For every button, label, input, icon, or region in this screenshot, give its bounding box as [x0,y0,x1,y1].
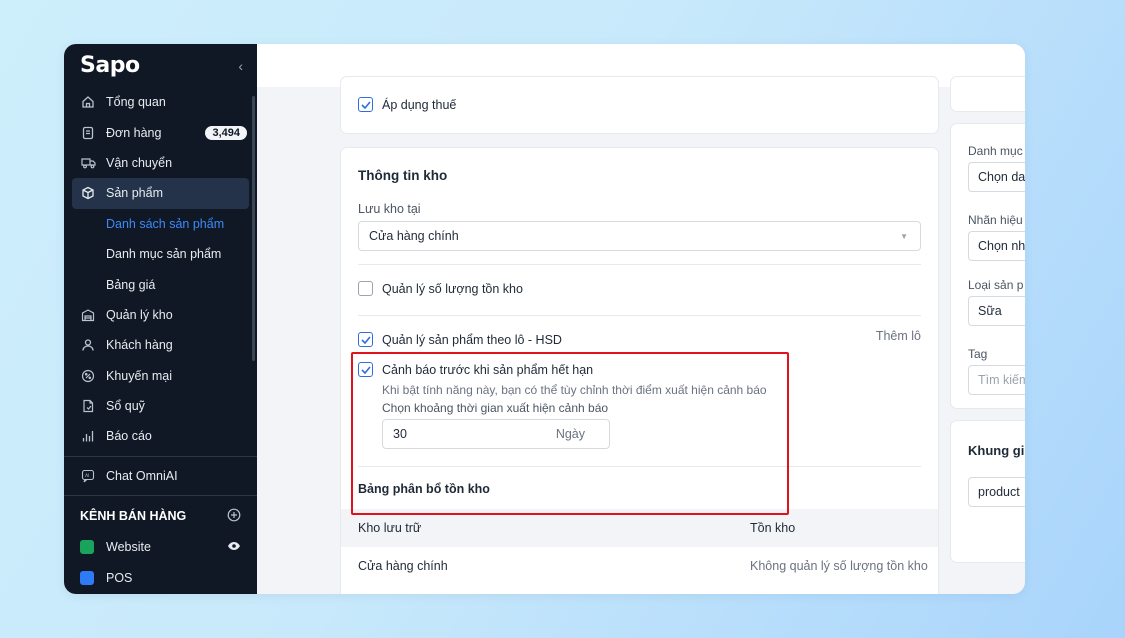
manage-qty-checkbox[interactable] [358,281,373,296]
apply-tax-label: Áp dụng thuế [382,97,457,112]
manage-lot-label: Quản lý sản phẩm theo lô - HSD [382,332,562,347]
sidebar-item-label: Sản phẩm [106,186,163,201]
user-icon [80,337,96,353]
truck-icon [80,155,96,171]
order-icon [80,125,96,141]
sales-channels-list: Website POS [64,532,257,593]
sidebar-item-label: Sổ quỹ [106,399,145,414]
sidebar-nav-extra: AI Chat OmniAI [64,461,257,491]
divider [358,264,921,265]
sidebar-item-chat-omniai[interactable]: AI Chat OmniAI [72,461,249,491]
sidebar-item-label: Chat OmniAI [106,468,178,483]
sales-channels-title: KÊNH BÁN HÀNG [80,509,187,524]
sidebar-item-price-list[interactable]: Bảng giá [72,269,249,299]
table-row: Cửa hàng chính Không quản lý số lượng tồ… [341,547,938,585]
svg-text:AI: AI [85,473,89,479]
sidebar-item-product-categories[interactable]: Danh mục sản phẩm [72,239,249,269]
divider [358,315,921,316]
inventory-title: Thông tin kho [358,168,448,183]
sidebar-item-products[interactable]: Sản phẩm [72,178,249,209]
sales-channels-header: KÊNH BÁN HÀNG [64,500,257,532]
row-store: Cửa hàng chính [358,559,448,573]
sidebar-item-label: Khuyến mại [106,368,173,383]
pos-icon [80,570,94,585]
brand-label: Nhãn hiệu [968,213,1023,227]
frame-card: Khung gi product [951,421,1025,562]
eye-icon[interactable] [227,540,241,554]
store-at-value: Cửa hàng chính [369,229,459,243]
sidebar-item-reports[interactable]: Báo cáo [72,421,249,451]
sidebar-item-inventory[interactable]: Quản lý kho [72,300,249,330]
manage-qty-row: Quản lý số lượng tồn kho [358,281,523,296]
channel-item-website[interactable]: Website [72,532,249,562]
right-top-card [951,77,1025,111]
sidebar-item-product-list[interactable]: Danh sách sản phẩm [72,209,249,239]
brand-select[interactable]: Chọn nh [968,231,1025,261]
chart-icon [80,428,96,444]
orders-count-badge: 3,494 [205,125,247,140]
frame-title: Khung gi [968,443,1025,458]
tag-label: Tag [968,347,988,361]
sapo-logo[interactable]: Sapo [80,53,140,78]
sidebar-item-label: Báo cáo [106,429,152,444]
column-header-stock: Tồn kho [750,521,796,535]
tax-card: Áp dụng thuế [341,77,938,133]
sidebar-divider [64,455,257,457]
add-lot-link[interactable]: Thêm lô [876,329,921,343]
tag-search-input[interactable]: Tìm kiếm [968,365,1025,395]
manage-qty-label: Quản lý số lượng tồn kho [382,281,523,296]
product-type-select[interactable]: Sữa [968,296,1025,326]
apply-tax-row: Áp dụng thuế [358,97,456,112]
channel-item-pos[interactable]: POS [72,562,249,592]
app-window: Sapo ‹ Tổng quan Đơn hàng 3,494 Vận chuy… [64,44,1025,594]
collapse-sidebar-icon[interactable]: ‹ [238,58,243,74]
frame-select[interactable]: product [968,477,1025,507]
discount-icon [80,368,96,384]
apply-tax-checkbox[interactable] [358,97,373,112]
sidebar: Sapo ‹ Tổng quan Đơn hàng 3,494 Vận chuy… [64,44,257,594]
classification-card: Danh mục Chọn da Nhãn hiệu Chọn nh Loại … [951,124,1025,408]
sidebar-item-cashbook[interactable]: Sổ quỹ [72,391,249,421]
category-label: Danh mục [968,144,1023,158]
store-at-select[interactable]: Cửa hàng chính ▼ [358,221,921,251]
sidebar-item-label: Vận chuyển [106,155,173,170]
product-type-label: Loại sản p [968,278,1024,292]
warehouse-icon [80,307,96,323]
website-icon [80,540,94,555]
manage-lot-checkbox[interactable] [358,332,373,347]
cashbook-icon [80,398,96,414]
sidebar-item-label: Tổng quan [106,95,166,110]
add-channel-icon[interactable] [227,508,241,525]
chevron-down-icon: ▼ [900,231,908,241]
sidebar-item-label: Bảng giá [106,277,156,292]
home-icon [80,94,96,110]
row-stock: Không quản lý số lượng tồn kho [750,559,928,573]
channel-label: POS [106,570,133,585]
sidebar-item-label: Đơn hàng [106,125,162,140]
sidebar-nav: Tổng quan Đơn hàng 3,494 Vận chuyển Sản … [64,87,257,452]
sidebar-item-label: Khách hàng [106,338,173,353]
sidebar-item-shipping[interactable]: Vận chuyển [72,148,249,178]
sidebar-item-label: Quản lý kho [106,307,173,322]
manage-lot-row: Quản lý sản phẩm theo lô - HSD [358,332,562,347]
sidebar-item-label: Danh sách sản phẩm [106,216,225,231]
highlight-box [351,352,789,515]
sidebar-item-orders[interactable]: Đơn hàng 3,494 [72,117,249,147]
store-at-label: Lưu kho tại [358,202,421,216]
sidebar-item-customers[interactable]: Khách hàng [72,330,249,360]
sidebar-scrollbar[interactable] [252,96,255,361]
category-select[interactable]: Chọn da [968,162,1025,192]
sidebar-item-label: Danh mục sản phẩm [106,247,222,262]
column-header-store: Kho lưu trữ [358,521,422,535]
sidebar-header: Sapo ‹ [64,44,257,87]
sidebar-item-promotions[interactable]: Khuyến mại [72,361,249,391]
channel-label: Website [106,540,151,555]
sidebar-item-overview[interactable]: Tổng quan [72,87,249,117]
main-content: Áp dụng thuế Thông tin kho Lưu kho tại C… [257,77,1025,594]
ai-chat-icon: AI [80,468,96,484]
box-icon [80,185,96,201]
sidebar-divider [64,495,257,497]
